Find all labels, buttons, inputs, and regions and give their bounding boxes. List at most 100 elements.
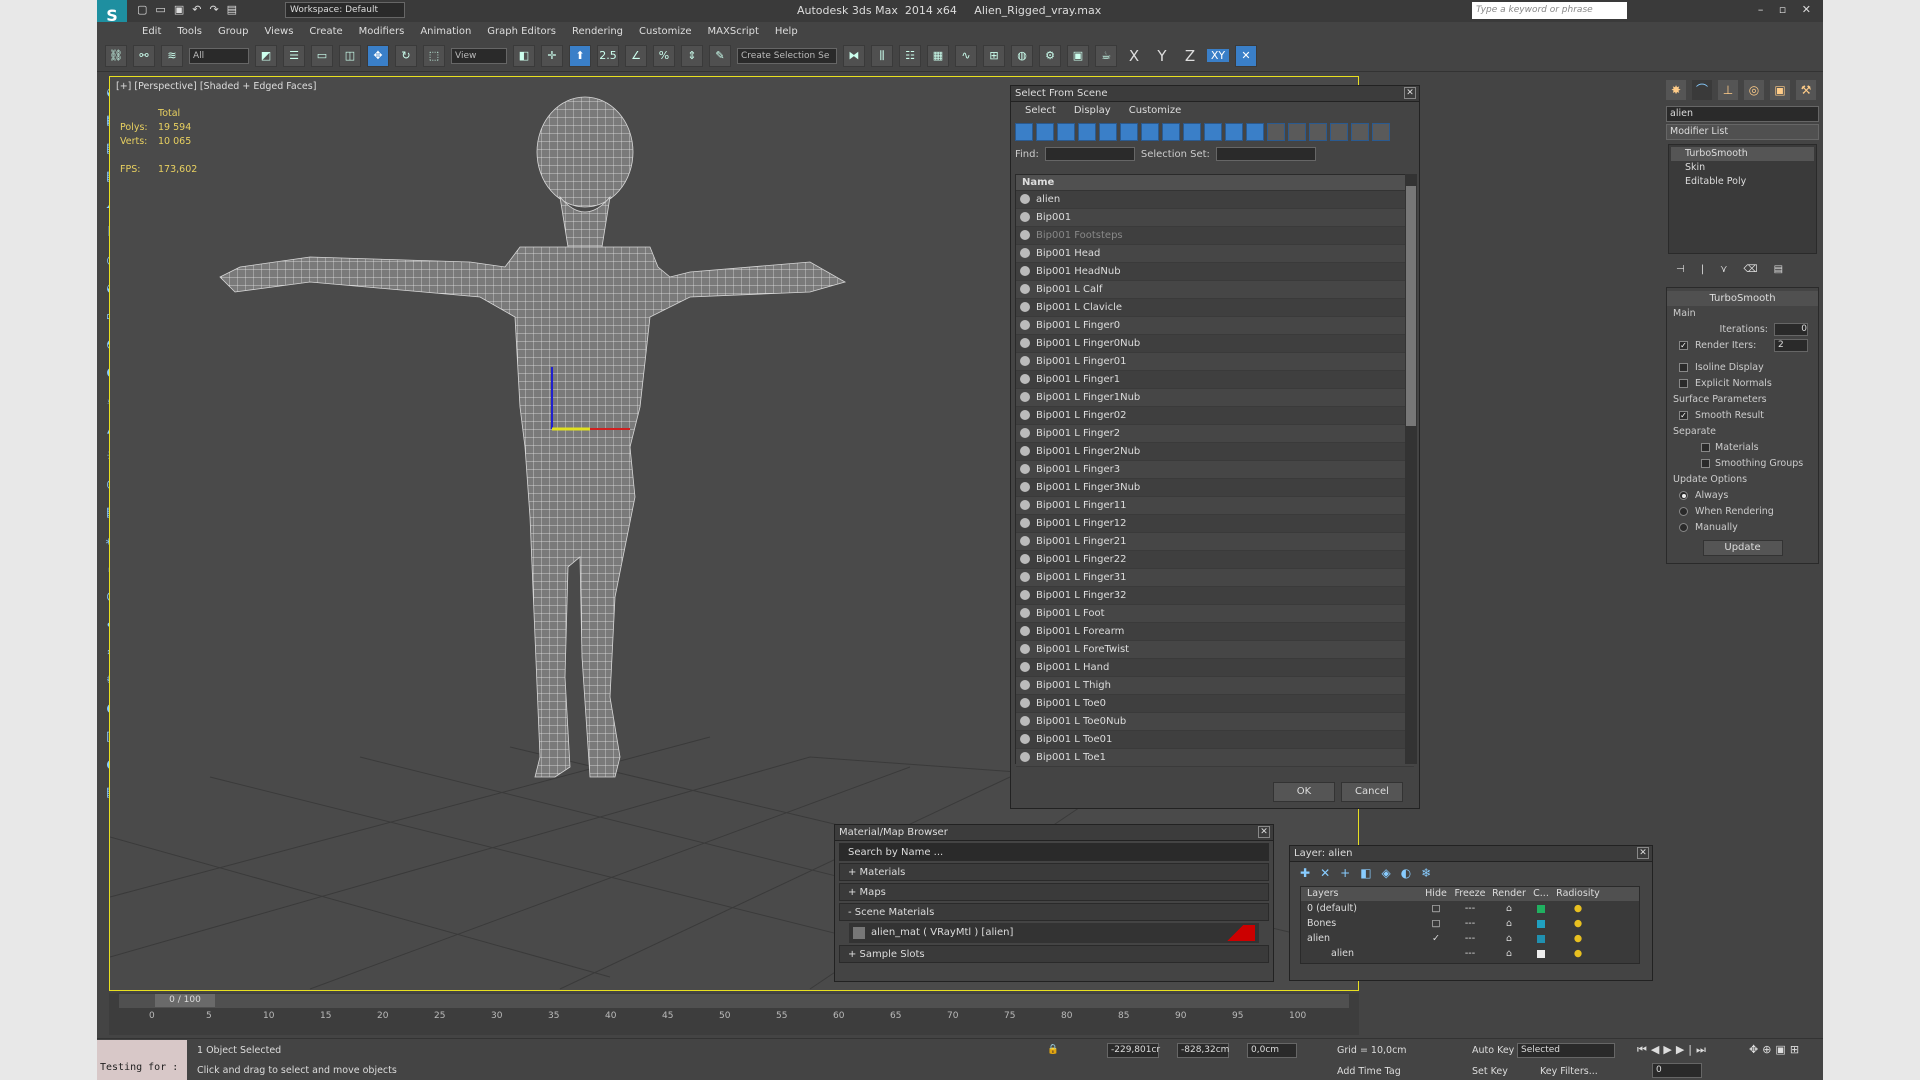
col-freeze[interactable]: Freeze xyxy=(1451,887,1489,901)
list-item[interactable]: Bip001 L Finger3Nub xyxy=(1016,479,1414,497)
layer-row[interactable]: 0 (default) □ --- ⌂ ● xyxy=(1301,901,1639,916)
layer-close-icon[interactable]: ✕ xyxy=(1637,847,1649,859)
keyboard-shortcut-override-icon[interactable]: ⬆ xyxy=(569,44,591,67)
select-all-icon[interactable] xyxy=(1267,123,1285,141)
filter-shapes-icon[interactable] xyxy=(1036,123,1054,141)
list-item[interactable]: Bip001 L Clavicle xyxy=(1016,299,1414,317)
utilities-tab-icon[interactable]: ⚒ xyxy=(1796,80,1816,100)
time-slider-knob[interactable]: 0 / 100 xyxy=(155,994,215,1007)
sfs-menu-display[interactable]: Display xyxy=(1074,105,1111,116)
auto-key-button[interactable]: Auto Key xyxy=(1472,1045,1514,1056)
hierarchy-icon[interactable] xyxy=(1351,123,1369,141)
move-icon[interactable]: ✥ xyxy=(367,44,389,67)
smooth-result-checkbox[interactable]: ✓ xyxy=(1679,411,1688,420)
x-coord-field[interactable]: -229,801cr xyxy=(1107,1043,1160,1058)
select-object-icon[interactable]: ◩ xyxy=(255,44,277,67)
spinner-snap-icon[interactable]: ⇕ xyxy=(681,44,703,67)
sfs-menu-select[interactable]: Select xyxy=(1025,105,1056,116)
percent-snap-icon[interactable]: % xyxy=(653,44,675,67)
filter-cameras-icon[interactable] xyxy=(1078,123,1096,141)
menu-group[interactable]: Group xyxy=(218,26,248,37)
selection-set-dropdown[interactable] xyxy=(1215,147,1316,161)
columns-icon[interactable] xyxy=(1372,123,1390,141)
mmb-materials-group[interactable]: + Materials xyxy=(839,863,1269,881)
filter-helpers-icon[interactable] xyxy=(1099,123,1117,141)
lock-selection-icon[interactable]: 🔒 xyxy=(1047,1044,1059,1055)
list-item[interactable]: Bip001 L Finger02 xyxy=(1016,407,1414,425)
list-item[interactable]: Bip001 L Finger01 xyxy=(1016,353,1414,371)
list-item[interactable]: Bip001 L Finger31 xyxy=(1016,569,1414,587)
list-item[interactable]: Bip001 L Finger2 xyxy=(1016,425,1414,443)
mmb-scene-materials-group[interactable]: - Scene Materials xyxy=(839,903,1269,921)
col-radiosity[interactable]: Radiosity xyxy=(1553,887,1603,901)
scrollbar-thumb[interactable] xyxy=(1406,186,1416,426)
menu-maxscript[interactable]: MAXScript xyxy=(708,26,759,37)
list-item[interactable]: Bip001 L Finger1 xyxy=(1016,371,1414,389)
find-input[interactable] xyxy=(1044,147,1135,161)
mmb-title[interactable]: Material/Map Browser ✕ xyxy=(835,825,1273,841)
mirror-icon[interactable]: ⧓ xyxy=(843,44,865,67)
hierarchy-tab-icon[interactable]: ⊥ xyxy=(1718,80,1738,100)
list-item[interactable]: Bip001 L Finger12 xyxy=(1016,515,1414,533)
align-icon[interactable]: ⫼ xyxy=(871,44,893,67)
list-item[interactable]: Bip001 L Finger2Nub xyxy=(1016,443,1414,461)
maxscript-listener[interactable]: Testing for : xyxy=(97,1040,187,1080)
select-manipulate-icon[interactable]: ✛ xyxy=(541,44,563,67)
named-selection-dropdown[interactable]: Create Selection Se xyxy=(737,47,837,64)
list-item[interactable]: Bip001 L Foot xyxy=(1016,605,1414,623)
ok-button[interactable]: OK xyxy=(1273,782,1335,802)
delete-layer-icon[interactable]: ✕ xyxy=(1320,866,1330,880)
select-none-icon[interactable] xyxy=(1288,123,1306,141)
rendered-frame-icon[interactable]: ▣ xyxy=(1067,44,1089,67)
project-icon[interactable]: ▤ xyxy=(227,3,237,16)
list-item[interactable]: Bip001 L Finger0Nub xyxy=(1016,335,1414,353)
list-item[interactable]: Bip001 L Toe1 xyxy=(1016,749,1414,767)
col-layers[interactable]: Layers xyxy=(1301,887,1421,901)
update-button[interactable]: Update xyxy=(1702,540,1783,556)
list-item[interactable]: Bip001 Footsteps xyxy=(1016,227,1414,245)
col-hide[interactable]: Hide xyxy=(1421,887,1451,901)
window-controls[interactable]: – ▫ ✕ xyxy=(1758,3,1817,16)
curve-editor-icon[interactable]: ∿ xyxy=(955,44,977,67)
keyword-search-input[interactable]: Type a keyword or phrase xyxy=(1472,2,1627,19)
filter-funnel-icon[interactable] xyxy=(1330,123,1348,141)
schematic-view-icon[interactable]: ⊞ xyxy=(983,44,1005,67)
list-item[interactable]: Bip001 L Calf xyxy=(1016,281,1414,299)
iterations-spinner[interactable]: 0 xyxy=(1774,323,1808,336)
link-icon[interactable]: ⛓ xyxy=(105,44,127,67)
add-time-tag[interactable]: Add Time Tag xyxy=(1337,1066,1401,1077)
menu-graph-editors[interactable]: Graph Editors xyxy=(487,26,556,37)
graphite-tools-icon[interactable]: ▦ xyxy=(927,44,949,67)
filter-groups-icon[interactable] xyxy=(1141,123,1159,141)
list-item[interactable]: Bip001 L Finger0 xyxy=(1016,317,1414,335)
filter-geometry-icon[interactable] xyxy=(1015,123,1033,141)
list-item[interactable]: Bip001 L Toe0 xyxy=(1016,695,1414,713)
list-item[interactable]: Bip001 L Finger21 xyxy=(1016,533,1414,551)
sfs-menu-customize[interactable]: Customize xyxy=(1129,105,1182,116)
menu-rendering[interactable]: Rendering xyxy=(572,26,623,37)
freeze-all-icon[interactable]: ❄ xyxy=(1421,866,1431,880)
configure-sets-icon[interactable]: ▤ xyxy=(1774,264,1783,275)
pivot-center-icon[interactable]: ◧ xyxy=(513,44,535,67)
key-mode-dropdown[interactable]: Selected xyxy=(1517,1043,1615,1058)
pin-stack-icon[interactable]: ⊣ xyxy=(1676,264,1685,275)
list-item[interactable]: Bip001 Head xyxy=(1016,245,1414,263)
save-icon[interactable]: ▣ xyxy=(174,3,184,16)
time-slider[interactable]: 0 / 100 xyxy=(119,994,1349,1008)
list-item[interactable]: Bip001 L Thigh xyxy=(1016,677,1414,695)
menu-edit[interactable]: Edit xyxy=(142,26,161,37)
menu-views[interactable]: Views xyxy=(264,26,293,37)
list-item[interactable]: alien xyxy=(1016,191,1414,209)
hide-all-icon[interactable]: ◐ xyxy=(1401,866,1411,880)
selection-filter-dropdown[interactable]: All xyxy=(189,47,249,64)
current-frame-field[interactable]: 0 xyxy=(1652,1063,1702,1078)
stack-item[interactable]: TurboSmooth xyxy=(1671,147,1814,161)
layer-row[interactable]: Bones □ --- ⌂ ● xyxy=(1301,916,1639,931)
make-unique-icon[interactable]: ⋎ xyxy=(1720,264,1727,275)
filter-bones-icon[interactable] xyxy=(1183,123,1201,141)
motion-tab-icon[interactable]: ◎ xyxy=(1744,80,1764,100)
redo-icon[interactable]: ↷ xyxy=(209,3,218,16)
filter-frozen-icon[interactable] xyxy=(1225,123,1243,141)
sfs-title[interactable]: Select From Scene ✕ xyxy=(1011,86,1419,102)
rotate-icon[interactable]: ↻ xyxy=(395,44,417,67)
